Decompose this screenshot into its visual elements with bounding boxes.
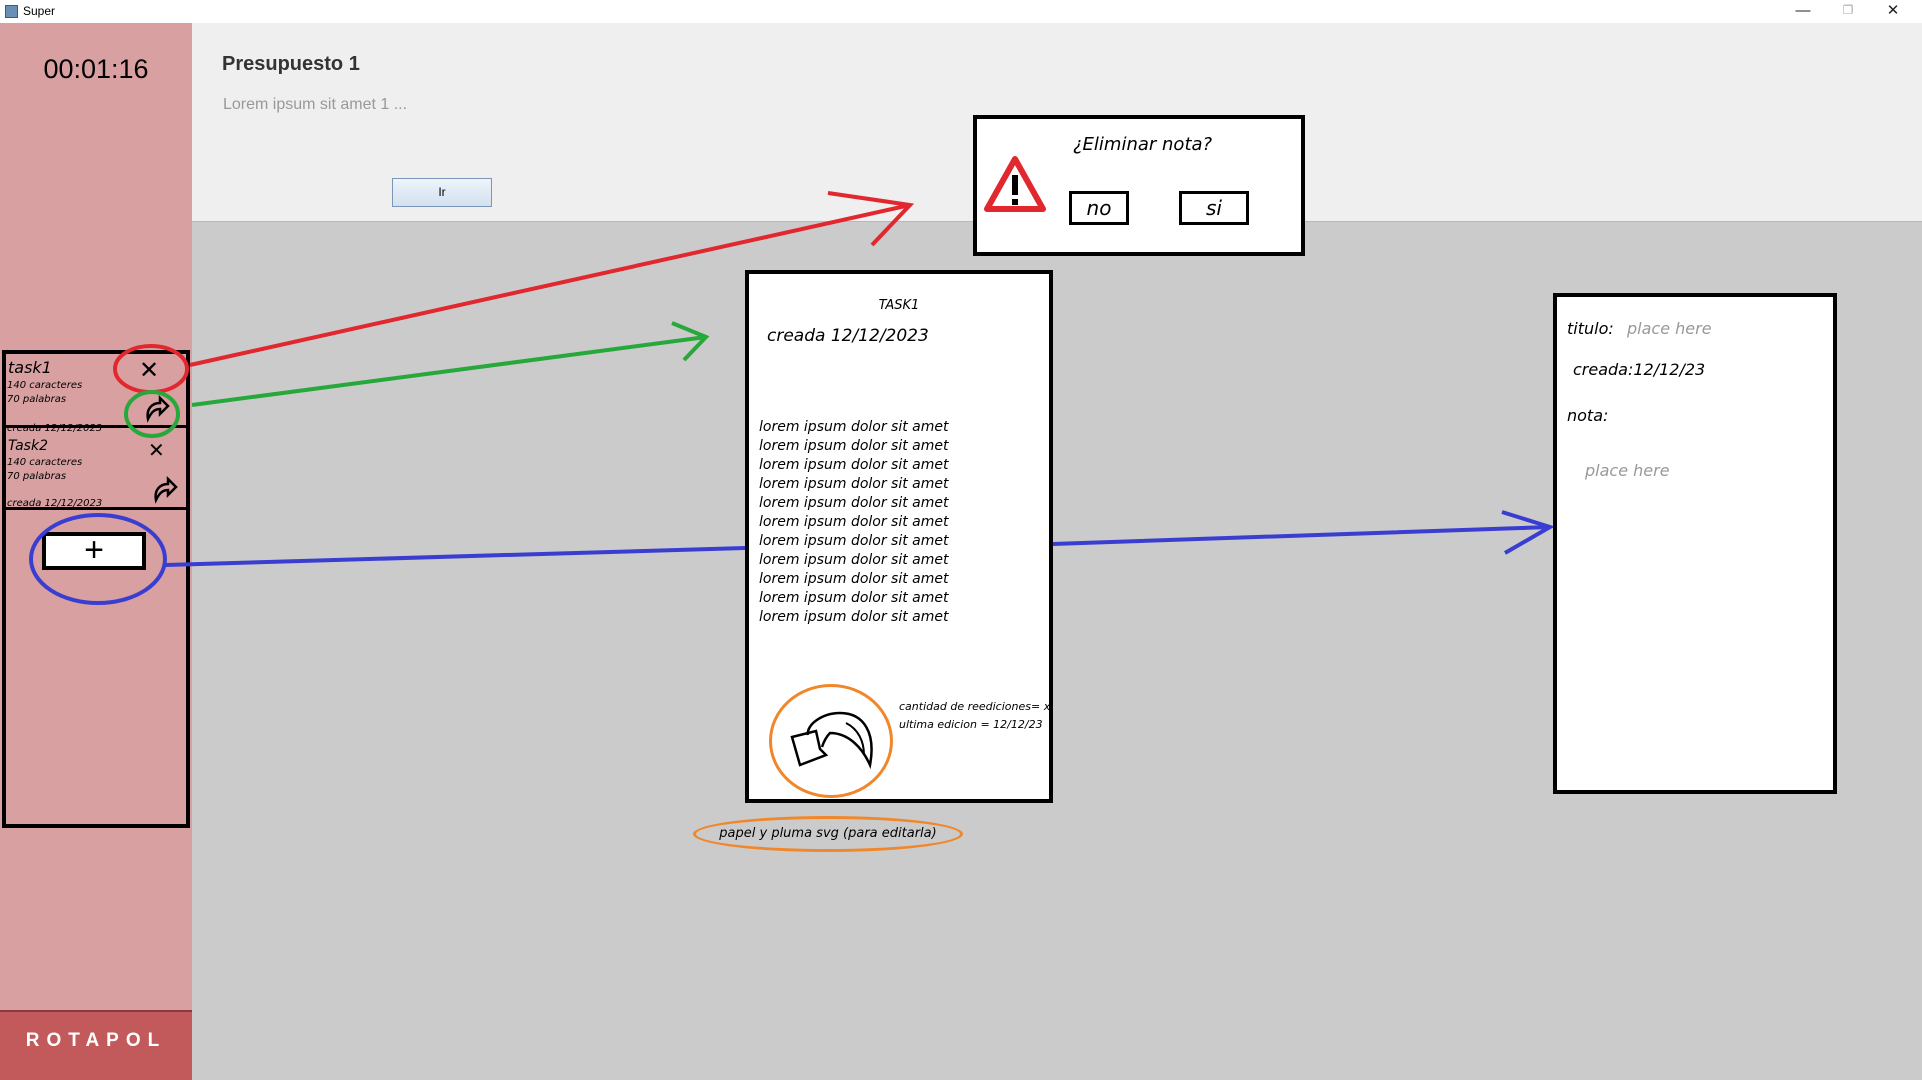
no-button[interactable]: no [1069,191,1129,225]
note-body: lorem ipsum dolor sit amet lorem ipsum d… [759,418,949,627]
paper-and-pen-icon [790,711,873,770]
note-label: nota: [1567,406,1609,425]
note-line: lorem ipsum dolor sit amet [759,609,949,625]
note-line: lorem ipsum dolor sit amet [759,457,949,473]
yes-button[interactable]: si [1179,191,1249,225]
note-line: lorem ipsum dolor sit amet [759,571,949,587]
note-line: lorem ipsum dolor sit amet [759,495,949,511]
edit-highlight-circle [124,390,180,438]
title-input[interactable]: place here [1627,319,1712,338]
note-line: lorem ipsum dolor sit amet [759,590,949,606]
note-last-edit: ultima edicion = 12/12/23 [899,718,1043,731]
note-detail-card: TASK1 creada 12/12/2023 lorem ipsum dolo… [745,270,1053,803]
title-label: titulo: [1567,319,1614,338]
add-highlight-circle [29,513,167,605]
note-line: lorem ipsum dolor sit amet [759,552,949,568]
close-highlight-circle [113,344,189,394]
edit-note-button[interactable] [769,684,893,798]
dialog-question: ¿Eliminar nota? [1073,134,1213,155]
edit-icon-caption: papel y pluma svg (para editarla) [693,816,963,852]
new-note-form: titulo: place here creada:12/12/23 nota:… [1553,293,1837,794]
note-line: lorem ipsum dolor sit amet [759,533,949,549]
note-edit-count: cantidad de reediciones= x [899,700,1051,713]
note-created: creada 12/12/2023 [767,326,929,346]
note-line: lorem ipsum dolor sit amet [759,514,949,530]
note-meta: cantidad de reediciones= x ultima edicio… [899,698,1050,734]
add-flow-arrow [1052,510,1555,555]
delete-confirm-dialog: ¿Eliminar nota? no si [973,115,1305,256]
add-flow-line [165,546,746,567]
note-input[interactable]: place here [1585,461,1670,480]
created-label: creada:12/12/23 [1573,360,1706,379]
note-line: lorem ipsum dolor sit amet [759,476,949,492]
note-title: TASK1 [878,298,920,313]
open-flow-arrow [191,321,710,407]
warning-icon [984,156,1046,212]
note-line: lorem ipsum dolor sit amet [759,419,949,435]
note-line: lorem ipsum dolor sit amet [759,438,949,454]
